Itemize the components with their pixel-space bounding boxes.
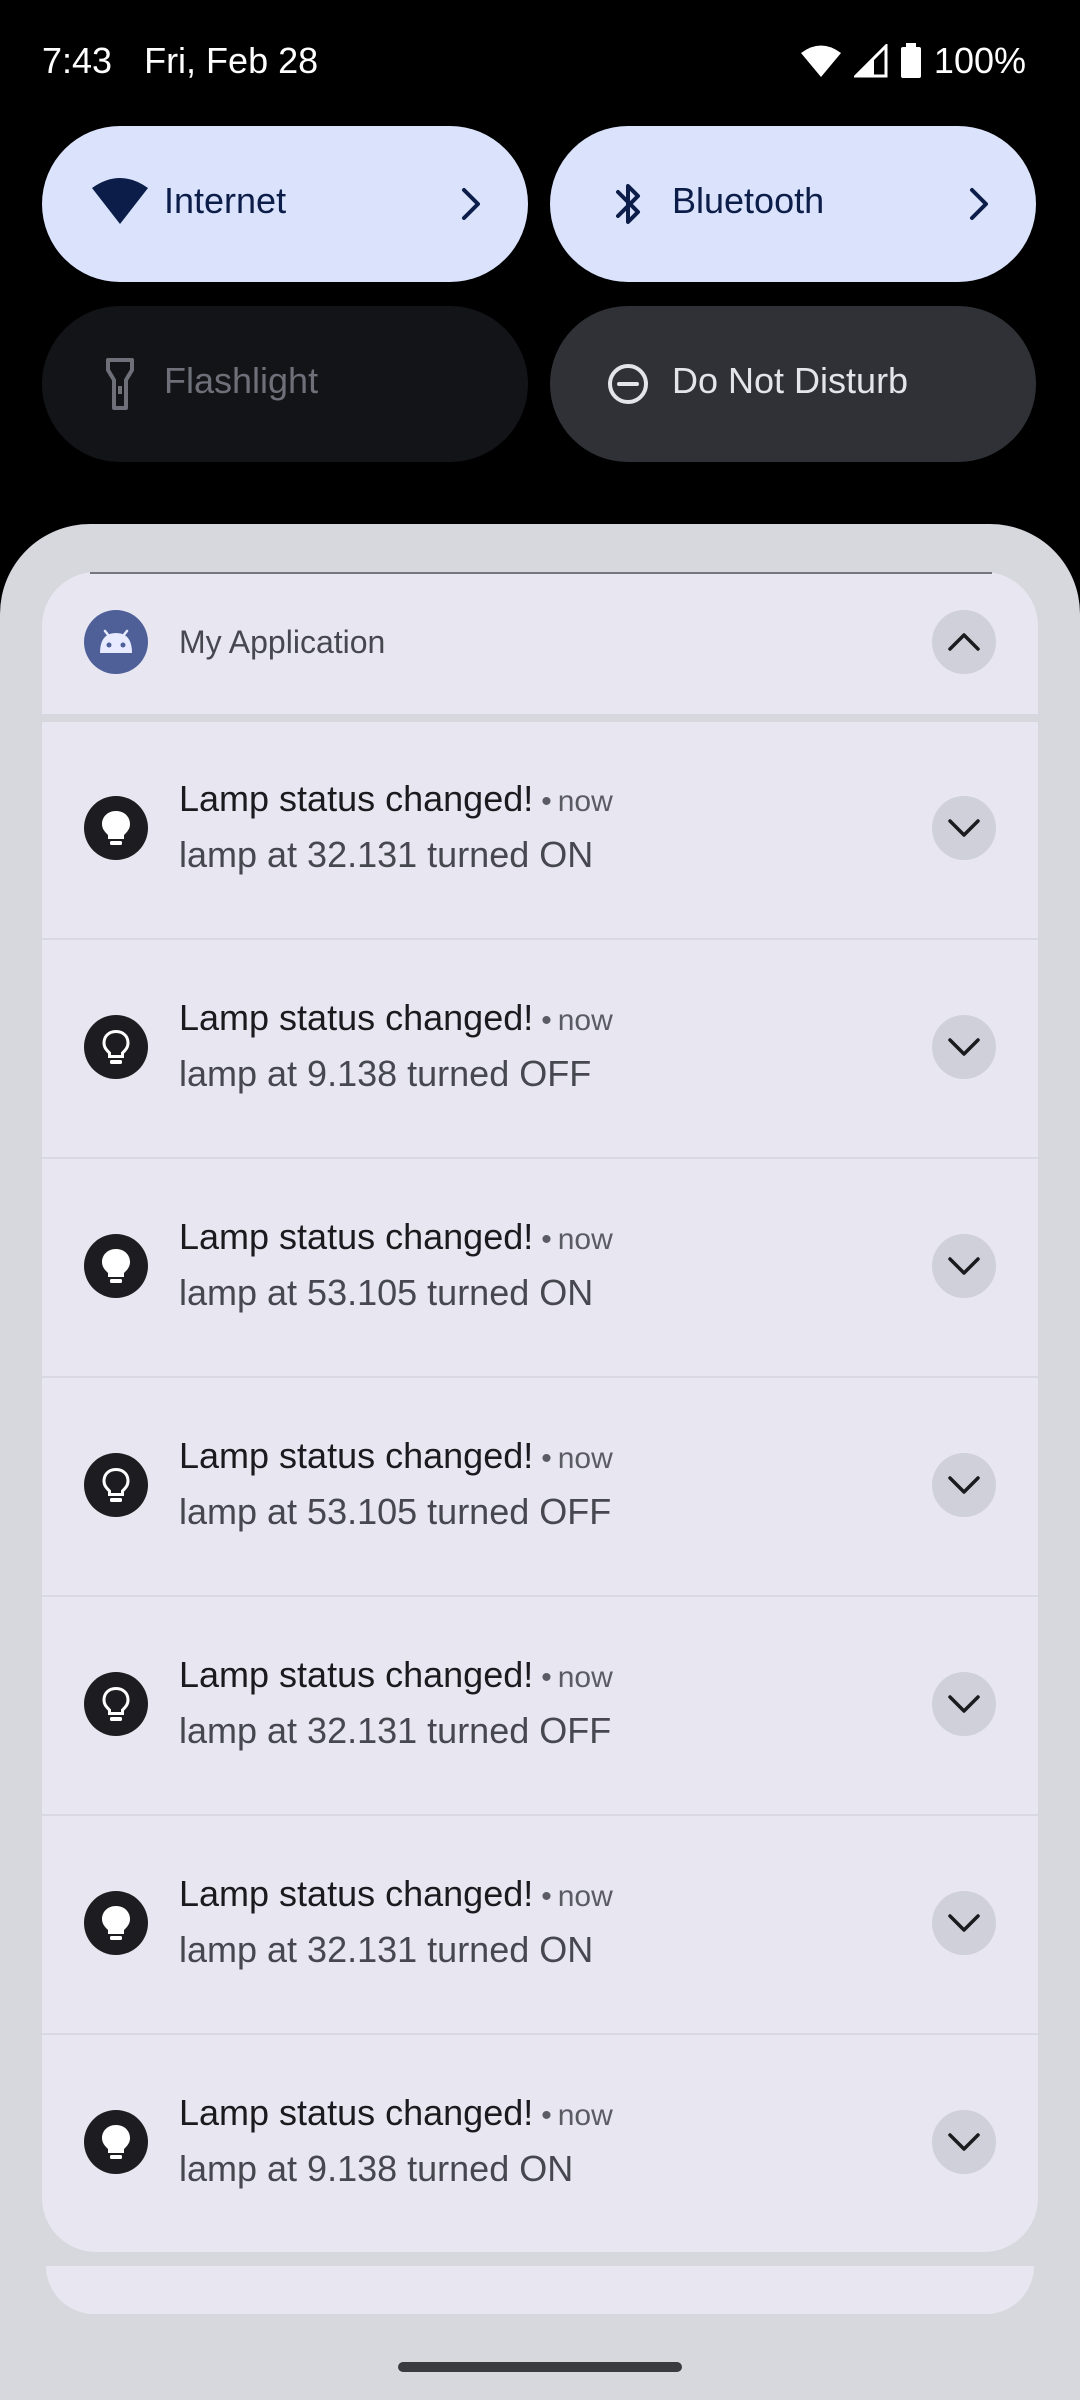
status-date: Fri, Feb 28	[144, 40, 319, 81]
internet-tile[interactable]: Internet	[42, 126, 528, 282]
notification-time: now	[557, 1880, 613, 1913]
chevron-down-icon	[948, 1038, 980, 1056]
expand-button[interactable]	[932, 2110, 996, 2174]
status-bar: 7:43 Fri, Feb 28 100%	[0, 0, 1080, 124]
chevron-down-icon	[948, 1695, 980, 1713]
expand-button[interactable]	[932, 1672, 996, 1736]
separator-dot: •	[541, 1661, 552, 1694]
notification-group-header[interactable]: My Application	[42, 572, 1038, 714]
expand-button[interactable]	[932, 796, 996, 860]
notification-item[interactable]: Lamp status changed! • now lamp at 9.138 tu…	[42, 941, 1038, 1159]
notification-title: Lamp status changed! • now	[179, 1873, 613, 1915]
notification-title-text: Lamp status changed!	[179, 2092, 534, 2133]
wifi-icon	[90, 176, 150, 232]
notification-item[interactable]: Lamp status changed! • now lamp at 9.138 tu…	[42, 2036, 1038, 2252]
do-not-disturb-icon	[598, 356, 658, 412]
notification-title: Lamp status changed! • now	[179, 1654, 613, 1696]
separator-dot: •	[541, 1880, 552, 1913]
chevron-down-icon	[948, 819, 980, 837]
battery-icon	[900, 43, 922, 79]
notification-title-text: Lamp status changed!	[179, 778, 534, 819]
lightbulb-outline-icon	[84, 1672, 148, 1736]
chevron-up-icon	[948, 633, 980, 651]
expand-button[interactable]	[932, 1234, 996, 1298]
separator-dot: •	[541, 785, 552, 818]
internet-tile-label: Internet	[164, 180, 287, 221]
next-notification-peek[interactable]	[46, 2266, 1034, 2314]
chevron-down-icon	[948, 1476, 980, 1494]
collapse-button[interactable]	[932, 610, 996, 674]
bluetooth-tile-label: Bluetooth	[672, 180, 825, 221]
flashlight-tile-label: Flashlight	[164, 360, 319, 401]
notification-text: lamp at 53.105 turned OFF	[179, 1491, 612, 1532]
separator-dot: •	[541, 1442, 552, 1475]
wifi-status-icon	[800, 44, 842, 78]
separator-dot: •	[541, 1004, 552, 1037]
notification-time: now	[557, 785, 613, 818]
notification-text: lamp at 9.138 turned ON	[179, 2148, 574, 2189]
expand-button[interactable]	[932, 1453, 996, 1517]
notification-text: lamp at 32.131 turned ON	[179, 1929, 594, 1970]
notification-time: now	[557, 1442, 613, 1475]
bluetooth-tile[interactable]: Bluetooth	[550, 126, 1036, 282]
notification-item[interactable]: Lamp status changed! • now lamp at 32.131 t…	[42, 1817, 1038, 2035]
notification-title: Lamp status changed! • now	[179, 778, 613, 820]
lightbulb-outline-icon	[84, 1015, 148, 1079]
notification-title: Lamp status changed! • now	[179, 2092, 613, 2134]
notification-time: now	[557, 1004, 613, 1037]
notification-text: lamp at 9.138 turned OFF	[179, 1053, 592, 1094]
cell-signal-icon	[853, 44, 888, 78]
chevron-down-icon	[948, 1257, 980, 1275]
expand-button[interactable]	[932, 1891, 996, 1955]
notification-text: lamp at 53.105 turned ON	[179, 1272, 594, 1313]
lightbulb-filled-icon	[84, 1234, 148, 1298]
notification-title: Lamp status changed! • now	[179, 1216, 613, 1258]
notification-title-text: Lamp status changed!	[179, 997, 534, 1038]
notification-title-text: Lamp status changed!	[179, 1435, 534, 1476]
lightbulb-outline-icon	[84, 1453, 148, 1517]
notification-title: Lamp status changed! • now	[179, 1435, 613, 1477]
chevron-right-icon	[964, 182, 994, 226]
app-name: My Application	[179, 624, 386, 660]
notification-item[interactable]: Lamp status changed! • now lamp at 53.105 t…	[42, 1379, 1038, 1597]
expand-button[interactable]	[932, 1015, 996, 1079]
chevron-down-icon	[948, 2133, 980, 2151]
shade-top-divider	[90, 572, 992, 574]
lightbulb-filled-icon	[84, 2110, 148, 2174]
notification-time: now	[557, 2099, 613, 2132]
flashlight-icon	[90, 356, 150, 412]
android-app-icon	[84, 610, 148, 674]
notification-title-text: Lamp status changed!	[179, 1654, 534, 1695]
lightbulb-filled-icon	[84, 796, 148, 860]
chevron-down-icon	[948, 1914, 980, 1932]
notification-time: now	[557, 1661, 613, 1694]
notification-time: now	[557, 1223, 613, 1256]
notification-group[interactable]: My Application Lamp status changed! • now l…	[42, 572, 1038, 2252]
status-time: 7:43	[42, 40, 113, 81]
notification-item[interactable]: Lamp status changed! • now lamp at 32.131 t…	[42, 722, 1038, 940]
chevron-right-icon	[456, 182, 486, 226]
flashlight-tile[interactable]: Flashlight	[42, 306, 528, 462]
notification-text: lamp at 32.131 turned OFF	[179, 1710, 612, 1751]
notification-title-text: Lamp status changed!	[179, 1873, 534, 1914]
bluetooth-icon	[598, 176, 658, 232]
do-not-disturb-tile-label: Do Not Disturb	[672, 360, 909, 401]
notification-title-text: Lamp status changed!	[179, 1216, 534, 1257]
separator-dot: •	[541, 1223, 552, 1256]
notification-item[interactable]: Lamp status changed! • now lamp at 53.105 t…	[42, 1160, 1038, 1378]
separator-dot: •	[541, 2099, 552, 2132]
notification-title: Lamp status changed! • now	[179, 997, 613, 1039]
notification-item[interactable]: Lamp status changed! • now lamp at 32.131 t…	[42, 1598, 1038, 1816]
header-divider	[42, 714, 1038, 722]
battery-percent: 100%	[933, 40, 1026, 81]
notification-text: lamp at 32.131 turned ON	[179, 834, 594, 875]
do-not-disturb-tile[interactable]: Do Not Disturb	[550, 306, 1036, 462]
home-gesture-handle[interactable]	[398, 2362, 682, 2372]
lightbulb-filled-icon	[84, 1891, 148, 1955]
